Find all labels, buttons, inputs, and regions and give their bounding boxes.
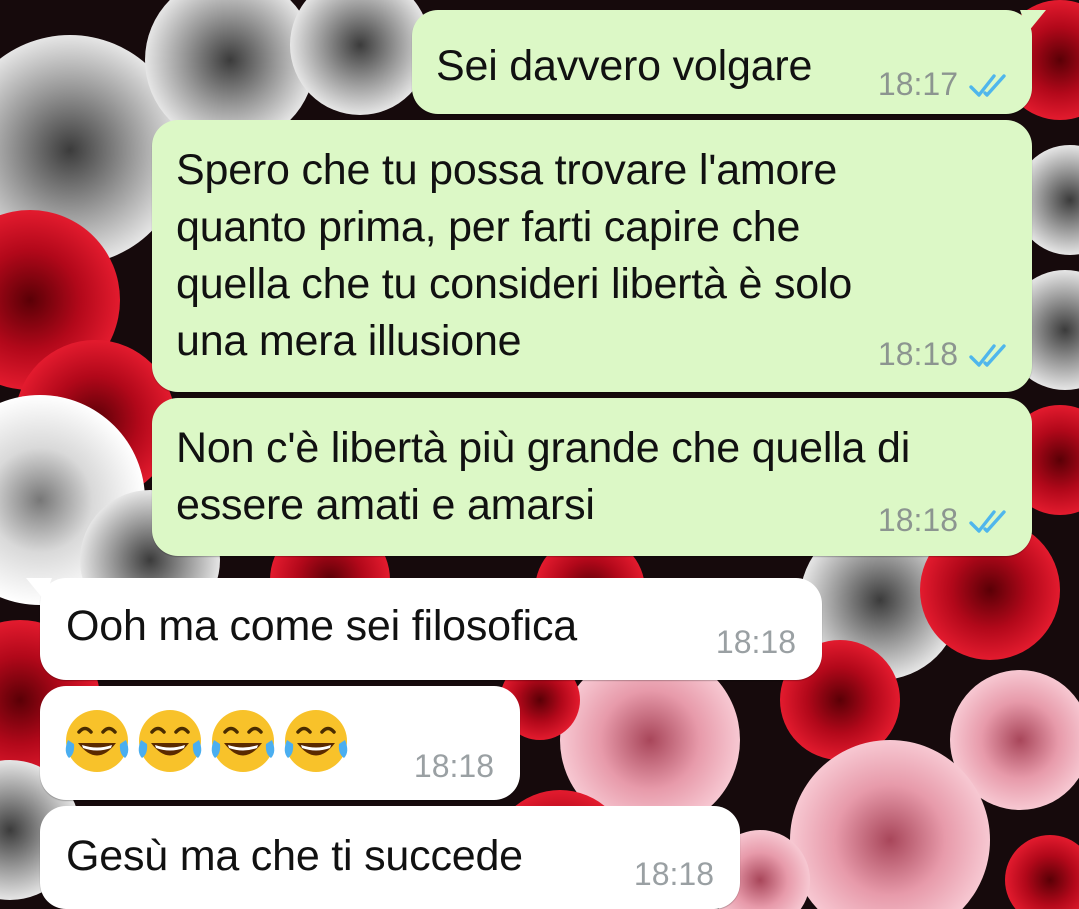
message-meta: 18:18	[878, 502, 1012, 539]
message-meta: 18:18	[878, 336, 1012, 373]
message-incoming[interactable]: Gesù ma che ti succede 18:18	[40, 806, 740, 909]
message-meta: 18:17	[878, 66, 1012, 103]
message-time: 18:18	[715, 624, 796, 660]
message-text: Non c'è libertà più grande che quella di…	[176, 424, 911, 529]
message-text: Sei davvero volgare	[436, 42, 813, 90]
message-outgoing[interactable]: Spero che tu possa trovare l'amore quant…	[152, 120, 1032, 392]
face-with-tears-of-joy-icon	[65, 710, 129, 772]
emoji-row	[62, 706, 354, 776]
message-time: 18:18	[633, 856, 714, 892]
double-check-icon	[969, 343, 1006, 367]
face-with-tears-of-joy-icon	[211, 710, 275, 772]
face-with-tears-of-joy-icon	[138, 710, 202, 772]
message-meta: 18:18	[414, 748, 494, 785]
message-text: Spero che tu possa trovare l'amore quant…	[176, 146, 853, 365]
message-time: 18:18	[877, 502, 958, 538]
message-outgoing[interactable]: Non c'è libertà più grande che quella di…	[152, 398, 1032, 556]
bubble-tail	[26, 578, 52, 600]
message-meta: 18:18	[634, 856, 714, 893]
face-with-tears-of-joy-icon	[284, 710, 348, 772]
message-incoming[interactable]: 18:18	[40, 686, 520, 800]
message-time: 18:18	[413, 748, 494, 784]
message-outgoing[interactable]: Sei davvero volgare 18:17	[412, 10, 1046, 114]
message-incoming[interactable]: Ooh ma come sei filosofica 18:18	[26, 578, 822, 680]
message-text: Ooh ma come sei filosofica	[66, 602, 578, 650]
message-time: 18:17	[877, 66, 958, 102]
double-check-icon	[969, 73, 1006, 97]
message-time: 18:18	[877, 336, 958, 372]
message-text: Gesù ma che ti succede	[66, 832, 523, 880]
double-check-icon	[969, 509, 1006, 533]
bubble-tail	[1020, 10, 1046, 32]
message-meta: 18:18	[716, 624, 796, 661]
